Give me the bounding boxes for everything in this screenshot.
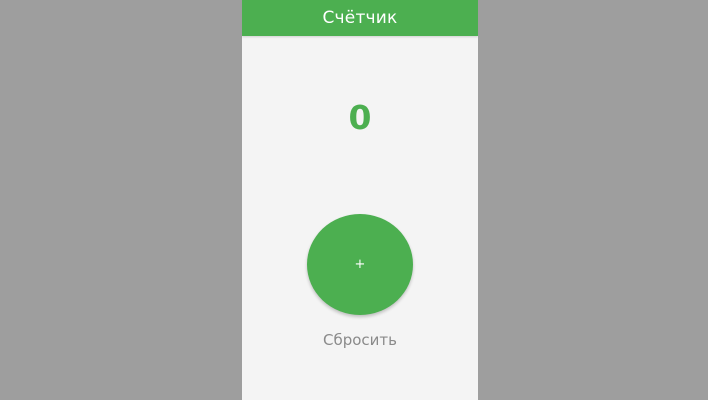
page-title: Счётчик (322, 8, 398, 28)
counter-value: 0 (348, 98, 372, 137)
app-bar: Счётчик (242, 0, 478, 36)
reset-button[interactable]: Сбросить (242, 328, 478, 352)
plus-icon: + (354, 257, 366, 272)
increment-button[interactable]: + (307, 214, 413, 315)
app-screen: Счётчик 0 + Сбросить (242, 0, 478, 400)
